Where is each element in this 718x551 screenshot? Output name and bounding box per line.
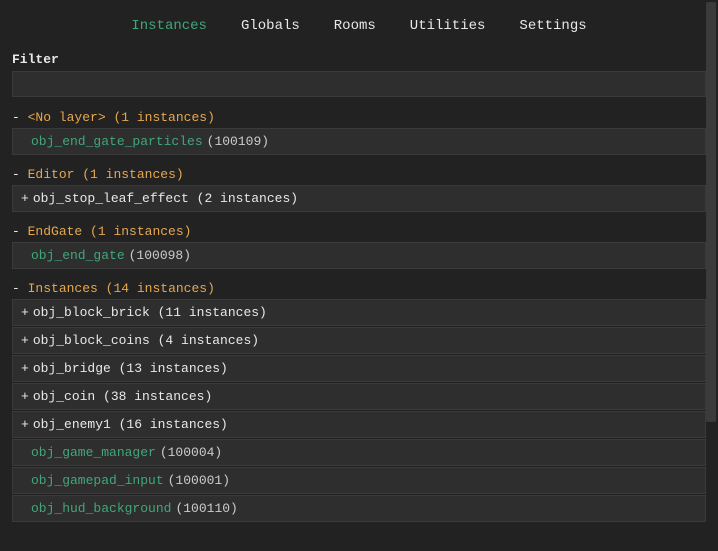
layer-name: Instances [28,281,98,296]
instance-id: (100004) [160,445,222,460]
layer-header[interactable]: - <No layer> (1 instances) [12,107,706,128]
group-label: obj_enemy1 (16 instances) [33,417,228,432]
instance-id: (100001) [168,473,230,488]
collapse-icon: - [12,110,20,125]
instance-id: (100110) [175,501,237,516]
collapse-icon: - [12,224,20,239]
expand-icon: + [21,361,29,376]
instance-group[interactable]: + obj_block_brick (11 instances) [12,299,706,326]
layer-count: (14 instances) [106,281,215,296]
expand-icon: + [21,305,29,320]
group-label: obj_block_coins (4 instances) [33,333,259,348]
layer-header[interactable]: - Editor (1 instances) [12,164,706,185]
layer-count: (1 instances) [82,167,183,182]
expand-icon: + [21,191,29,206]
instance-leaf[interactable]: obj_end_gate_particles (100109) [12,128,706,155]
instance-name: obj_end_gate_particles [31,134,203,149]
tab-globals[interactable]: Globals [241,18,300,34]
layer-header[interactable]: - Instances (14 instances) [12,278,706,299]
instance-name: obj_hud_background [31,501,171,516]
scrollbar[interactable] [706,2,716,422]
instance-leaf[interactable]: obj_end_gate (100098) [12,242,706,269]
instance-id: (100109) [207,134,269,149]
instance-group[interactable]: + obj_stop_leaf_effect (2 instances) [12,185,706,212]
expand-icon: + [21,333,29,348]
layer-name: <No layer> [28,110,106,125]
tab-bar: Instances Globals Rooms Utilities Settin… [0,0,718,52]
instance-group[interactable]: + obj_block_coins (4 instances) [12,327,706,354]
instance-name: obj_end_gate [31,248,125,263]
collapse-icon: - [12,167,20,182]
layer-count: (1 instances) [113,110,214,125]
tab-rooms[interactable]: Rooms [334,18,376,34]
layer-name: Editor [28,167,75,182]
expand-icon: + [21,417,29,432]
instance-name: obj_game_manager [31,445,156,460]
expand-icon: + [21,389,29,404]
instance-group[interactable]: + obj_coin (38 instances) [12,383,706,410]
tab-settings[interactable]: Settings [519,18,586,34]
layer-count: (1 instances) [90,224,191,239]
group-label: obj_coin (38 instances) [33,389,212,404]
group-label: obj_stop_leaf_effect (2 instances) [33,191,298,206]
instance-group[interactable]: + obj_bridge (13 instances) [12,355,706,382]
tab-utilities[interactable]: Utilities [410,18,486,34]
instance-leaf[interactable]: obj_hud_background (100110) [12,495,706,522]
layer-header[interactable]: - EndGate (1 instances) [12,221,706,242]
filter-label: Filter [12,52,706,67]
filter-input[interactable] [12,71,706,97]
instance-leaf[interactable]: obj_gamepad_input (100001) [12,467,706,494]
collapse-icon: - [12,281,20,296]
tab-instances[interactable]: Instances [131,18,207,34]
instance-leaf[interactable]: obj_game_manager (100004) [12,439,706,466]
instance-name: obj_gamepad_input [31,473,164,488]
layer-name: EndGate [28,224,83,239]
instance-group[interactable]: + obj_enemy1 (16 instances) [12,411,706,438]
group-label: obj_bridge (13 instances) [33,361,228,376]
instance-id: (100098) [129,248,191,263]
group-label: obj_block_brick (11 instances) [33,305,267,320]
